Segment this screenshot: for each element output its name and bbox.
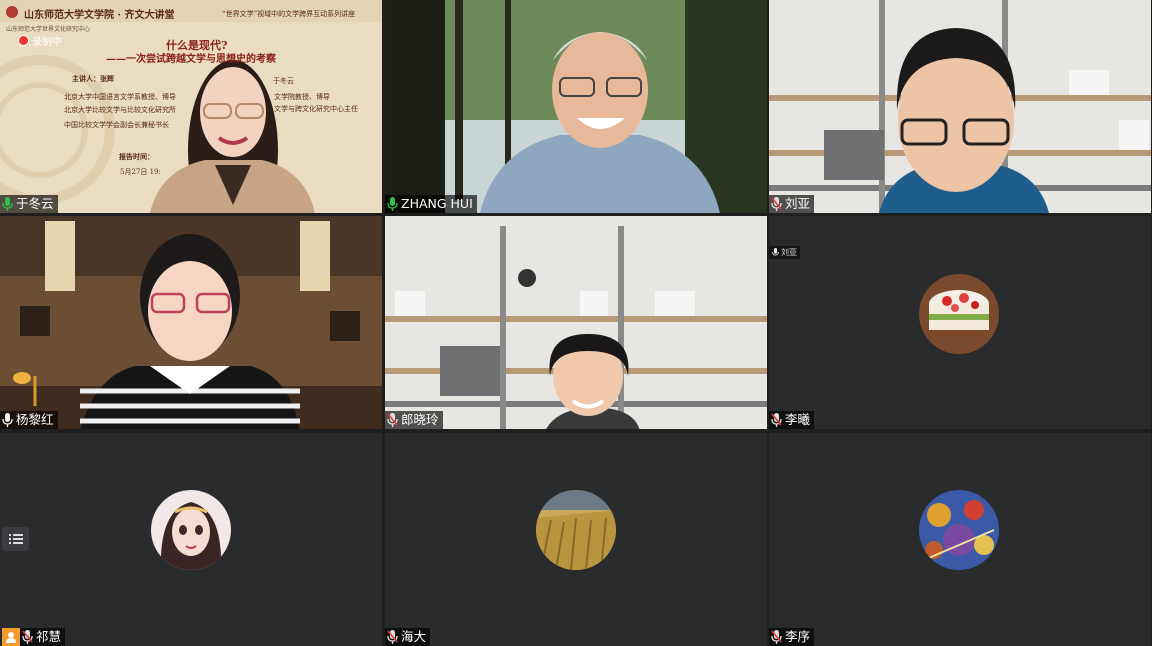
video-tile-liuya[interactable]: 刘亚 xyxy=(769,0,1151,213)
slide-logo-icon xyxy=(6,6,18,18)
slide-sub-left: 山东师范大学世界文化研究中心 xyxy=(6,26,91,33)
video-feed-yanglihong xyxy=(0,216,382,429)
mic-muted-icon[interactable] xyxy=(387,630,398,644)
video-tile-yudongyun[interactable]: 山东师范大学文学院 · 齐文大讲堂 “世界文学”视域中的文学跨界互动系列讲座 山… xyxy=(0,0,382,213)
wheat-field-icon xyxy=(536,490,616,570)
recording-indicator: 录制中 xyxy=(18,33,62,48)
slide-time-value: 5月27日 19: xyxy=(120,168,161,176)
mic-muted-icon[interactable] xyxy=(771,413,782,427)
avatar-cake xyxy=(919,274,999,354)
avatar-wheat-field xyxy=(536,490,616,570)
participant-name-bar: 李序 xyxy=(769,628,815,646)
slide-header-right: “世界文学”视域中的文学跨界互动系列讲座 xyxy=(222,10,356,18)
painting-icon xyxy=(919,490,999,570)
participant-name: 杨黎红 xyxy=(16,412,54,427)
slide-speaker: 主讲人：张辉 xyxy=(72,74,114,83)
video-tile-qihui[interactable]: 祁慧 xyxy=(0,433,382,646)
participant-name: 祁慧 xyxy=(36,629,62,644)
video-tile-langxiaoling[interactable]: 郎晓玲 xyxy=(385,216,767,429)
video-tile-haida[interactable]: 海大 xyxy=(385,433,767,646)
participant-name-bar: 杨黎红 xyxy=(0,411,58,429)
participant-name-bar: 郎晓玲 xyxy=(385,411,443,429)
mic-muted-icon[interactable] xyxy=(387,413,398,427)
participant-name-bar: 李曦 xyxy=(769,411,815,429)
participant-name: 海大 xyxy=(401,629,427,644)
participant-name: 郎晓玲 xyxy=(401,412,439,427)
mic-muted-icon[interactable] xyxy=(771,197,782,211)
video-feed-langxiaoling xyxy=(385,216,767,429)
slide-header-left: 山东师范大学文学院 · 齐文大讲堂 xyxy=(24,10,175,21)
mic-muted-icon[interactable] xyxy=(771,630,782,644)
participant-name: 李曦 xyxy=(785,412,811,427)
host-button[interactable] xyxy=(2,628,20,646)
recording-icon xyxy=(18,35,29,46)
participant-name-bar: 刘亚 xyxy=(769,195,815,213)
slide-time-label: 报告时间： xyxy=(119,152,154,161)
small-name-label: 刘亚 xyxy=(781,248,797,257)
avatar-painting xyxy=(919,490,999,570)
mic-muted-icon[interactable] xyxy=(22,630,33,644)
mic-small-icon xyxy=(772,248,779,257)
slide-line2: 北京大学比较文学与比较文化研究所 xyxy=(64,106,176,114)
slide-host: 于冬云 xyxy=(273,77,294,85)
recording-label: 录制中 xyxy=(32,37,62,48)
mic-on-icon[interactable] xyxy=(2,413,13,427)
mic-on-icon[interactable] xyxy=(2,197,13,211)
video-feed-zhanghui xyxy=(385,0,767,213)
small-name-tag: 刘亚 xyxy=(769,246,800,259)
slide-line1b: 文学院教授、博导 xyxy=(274,93,330,101)
anime-girl-icon xyxy=(151,490,231,570)
person-icon xyxy=(6,632,16,643)
participant-name: 李序 xyxy=(785,629,811,644)
list-icon xyxy=(8,534,23,544)
video-tile-zhanghui[interactable]: ZHANG HUI xyxy=(385,0,767,213)
avatar-anime-girl xyxy=(151,490,231,570)
video-feed-liuya xyxy=(769,0,1151,213)
video-tile-yanglihong[interactable]: 杨黎红 xyxy=(0,216,382,429)
participant-name-bar: ZHANG HUI xyxy=(385,195,477,213)
participant-name: 于冬云 xyxy=(16,196,54,211)
participant-name: 刘亚 xyxy=(785,196,811,211)
participant-name: ZHANG HUI xyxy=(401,196,473,211)
participant-name-bar: 于冬云 xyxy=(0,195,58,213)
video-tile-lixu[interactable]: 李序 xyxy=(769,433,1151,646)
mic-on-icon[interactable] xyxy=(387,197,398,211)
participant-name-bar: 海大 xyxy=(385,628,431,646)
slide-line1: 北京大学中国语言文学系教授、博导 xyxy=(64,93,176,101)
video-tile-lixi[interactable]: 刘亚 李曦 xyxy=(769,216,1151,429)
slide-line2b: 文学与跨文化研究中心主任 xyxy=(274,105,358,113)
slide-line3: 中国比较文学学会副会长兼秘书长 xyxy=(64,121,169,129)
participant-name-bar: 祁慧 xyxy=(20,628,66,646)
participant-list-button[interactable] xyxy=(2,527,29,551)
slide-subtitle: ——一次尝试跨越文学与思想史的考察 xyxy=(106,54,276,65)
cake-icon xyxy=(919,274,999,354)
